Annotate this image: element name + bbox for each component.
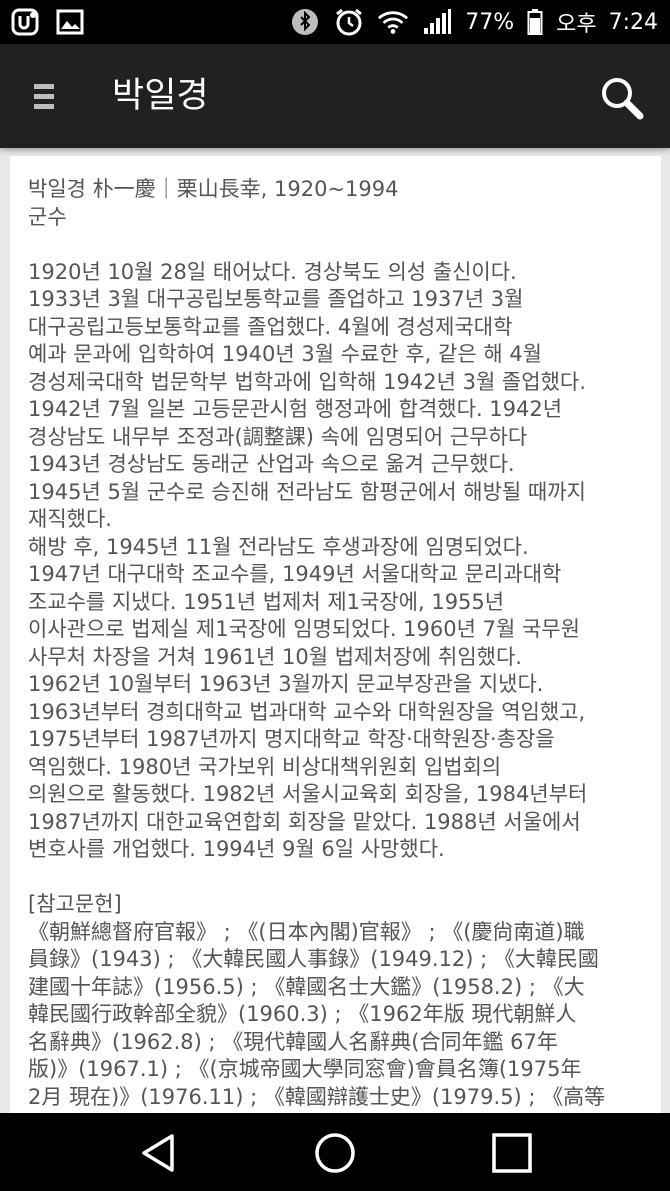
article-occupation-line: 군수 (28, 204, 67, 229)
status-left-icons (10, 6, 86, 38)
body-line: 1942년 7월 일본 고등문관시험 행정과에 합격했다. 1942년 (28, 397, 563, 421)
gallery-icon (54, 6, 86, 38)
battery-percent: 77% (465, 9, 515, 35)
body-line: 사무처 차장을 거쳐 1961년 10월 법제처장에 취임했다. (28, 644, 522, 669)
home-circle-icon[interactable] (311, 1129, 359, 1177)
clock-time: 7:24 (608, 9, 658, 35)
body-line: 1945년 5월 군수로 승진해 전라남도 함평군에서 해방될 때까지 (28, 479, 586, 504)
reference-line: 建國十年誌》(1956.5) ; 《韓國名士大鑑》(1958.2) ; 《大 (28, 974, 585, 999)
body-line: 역임했다. 1980년 국가보위 비상대책위원회 입법회의 (28, 754, 502, 779)
signal-icon (421, 6, 453, 38)
body-line: 1987년까지 대한교육연합회 회장을 맡았다. 1988년 서울에서 (28, 809, 581, 834)
body-line: 경성제국대학 법문학부 법학과에 입학해 1942년 3월 졸업했다. (28, 369, 586, 394)
search-icon[interactable] (598, 74, 646, 122)
body-line: 의원으로 활동했다. 1982년 서울시교육회 회장을, 1984년부터 (28, 782, 588, 806)
reference-line: 員錄》(1943) ; 《大韓民國人事錄》(1949.12) ; 《大韓民國 (28, 947, 599, 971)
reference-line: 名辭典》(1962.8) ; 《現代韓國人名辭典(合同年鑑 67年 (28, 1029, 558, 1054)
alarm-icon (333, 6, 365, 38)
u-plus-icon (10, 6, 42, 38)
body-line: 1963년부터 경희대학교 법과대학 교수와 대학원장을 역임했고, (28, 699, 586, 724)
status-right-icons: 77% 오후 7:24 (289, 6, 658, 38)
body-line: 1975년부터 1987년까지 명지대학교 학장·대학원장·총장을 (28, 727, 555, 751)
body-line: 해방 후, 1945년 11월 전라남도 후생과장에 임명되었다. (28, 534, 529, 559)
body-line: 조교수를 지냈다. 1951년 법제처 제1국장에, 1955년 (28, 589, 505, 614)
hamburger-menu-icon[interactable] (30, 82, 62, 112)
body-line: 이사관으로 법제실 제1국장에 임명되었다. 1960년 7월 국무원 (28, 617, 580, 641)
body-line: 대구공립고등보통학교를 졸업했다. 4월에 경성제국대학 (28, 314, 513, 339)
bluetooth-icon (289, 6, 321, 38)
body-line: 1920년 10월 28일 태어났다. 경상북도 의성 출신이다. (28, 259, 517, 284)
recents-square-icon[interactable] (488, 1129, 536, 1177)
body-line: 1943년 경상남도 동래군 산업과 속으로 옮겨 근무했다. (28, 452, 515, 476)
body-line: 예과 문과에 입학하여 1940년 3월 수료한 후, 같은 해 4월 (28, 342, 542, 366)
battery-icon (526, 6, 544, 38)
references-heading: [참고문헌] (28, 892, 122, 916)
reference-line: 《朝鮮總督府官報》 ; 《(日本內閣)官報》 ; 《(慶尙南道)職 (28, 919, 585, 944)
navigation-bar (0, 1113, 670, 1191)
reference-line: 版)》(1967.1) ; 《(京城帝國大學同窓會)會員名簿(1975年 (28, 1057, 582, 1081)
reference-line: 韓民國行政幹部全貌》(1960.3) ; 《1962年版 現代朝鮮人 (28, 1002, 577, 1026)
back-triangle-icon[interactable] (134, 1129, 182, 1177)
reference-line: 2月 現在)》(1976.11) ; 《韓國辯護士史》(1979.5) ; 《高… (28, 1084, 606, 1109)
status-bar: 77% 오후 7:24 (0, 0, 670, 44)
page-title: 박일경 (112, 76, 209, 116)
body-line: 재직했다. (28, 507, 112, 531)
body-line: 변호사를 개업했다. 1994년 9월 6일 사망했다. (28, 837, 445, 861)
wifi-icon (377, 6, 409, 38)
time-period: 오후 (556, 12, 597, 37)
body-line: 1947년 대구대학 조교수를, 1949년 서울대학교 문리과대학 (28, 562, 562, 586)
body-line: 1933년 3월 대구공립보통학교를 졸업하고 1937년 3월 (28, 287, 524, 311)
article-text: 박일경 朴一慶｜栗山長幸, 1920~1994 군수 1920년 10월 28일… (10, 156, 661, 1111)
body-line: 1962년 10월부터 1963년 3월까지 문교부장관을 지냈다. (28, 672, 544, 696)
body-line: 경상남도 내무부 조정과(調整課) 속에 임명되어 근무하다 (28, 424, 528, 449)
article-card[interactable]: 박일경 朴一慶｜栗山長幸, 1920~1994 군수 1920년 10월 28일… (10, 156, 661, 1113)
article-title-line: 박일경 朴一慶｜栗山長幸, 1920~1994 (28, 177, 399, 201)
app-bar: 박일경 (0, 44, 670, 148)
